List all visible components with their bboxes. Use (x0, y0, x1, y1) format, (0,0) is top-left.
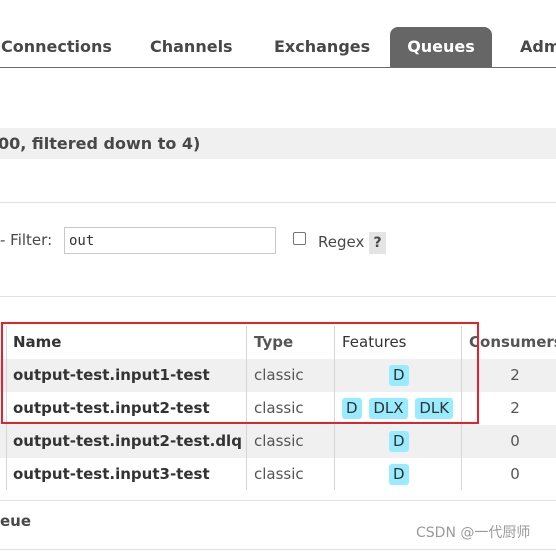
queue-consumers: 0 (510, 432, 520, 450)
queue-name-link[interactable]: output-test.input1-test (13, 359, 245, 392)
table-row: output-test.input1-test classic D 2 (0, 359, 556, 392)
queue-count-title[interactable]: 00, filtered down to 4) (0, 128, 556, 159)
column-separator (246, 326, 247, 490)
feature-badge-durable: D (342, 398, 362, 419)
queue-name-link[interactable]: output-test.input2-test (13, 392, 245, 425)
column-header-consumers[interactable]: Consumers (469, 326, 556, 359)
feature-badge-dlx: DLX (369, 398, 408, 419)
column-header-name[interactable]: Name (13, 326, 245, 359)
table-header-row: Name Type Features Consumers (0, 326, 556, 359)
queue-type: classic (254, 399, 304, 417)
feature-badge-durable: D (389, 365, 409, 386)
add-queue-section-title[interactable]: eue (0, 512, 31, 530)
queue-consumers: 2 (510, 399, 520, 417)
feature-badge-dlk: DLK (415, 398, 454, 419)
queue-type: classic (254, 432, 304, 450)
divider (0, 549, 556, 550)
tab-queues[interactable]: Queues (390, 27, 492, 67)
feature-badge-durable: D (389, 464, 409, 485)
column-header-type[interactable]: Type (254, 326, 334, 359)
column-separator (334, 326, 335, 490)
regex-label: Regex (318, 233, 365, 251)
divider (0, 500, 556, 501)
tab-connections[interactable]: Connections (1, 27, 112, 67)
queue-consumers: 2 (510, 366, 520, 384)
queue-type: classic (254, 366, 304, 384)
filter-input[interactable] (64, 227, 276, 254)
queue-consumers: 0 (510, 465, 520, 483)
column-header-features[interactable]: Features (342, 326, 466, 359)
column-separator (6, 326, 7, 490)
table-row: output-test.input2-test classic D DLX DL… (0, 392, 556, 425)
filter-label: - Filter: (0, 231, 53, 249)
regex-checkbox[interactable] (293, 232, 306, 245)
page: Connections Channels Exchanges Queues Ad… (0, 0, 556, 552)
feature-badge-durable: D (389, 431, 409, 452)
tab-channels[interactable]: Channels (150, 27, 233, 67)
tab-admin[interactable]: Adm (520, 27, 556, 67)
queue-name-link[interactable]: output-test.input3-test (13, 458, 245, 491)
queue-features: D DLX DLK (342, 392, 466, 425)
queue-name-link[interactable]: output-test.input2-test.dlq (13, 425, 245, 458)
tab-exchanges[interactable]: Exchanges (274, 27, 370, 67)
divider (0, 296, 556, 297)
divider (0, 202, 556, 203)
watermark-text: CSDN @一代厨师 (416, 525, 531, 541)
regex-help-button[interactable]: ? (369, 232, 386, 254)
tab-bar: Connections Channels Exchanges Queues Ad… (0, 27, 556, 68)
column-separator (461, 326, 462, 490)
queue-type: classic (254, 465, 304, 483)
table-row: output-test.input2-test.dlq classic D 0 (0, 425, 556, 458)
table-row: output-test.input3-test classic D 0 (0, 458, 556, 491)
